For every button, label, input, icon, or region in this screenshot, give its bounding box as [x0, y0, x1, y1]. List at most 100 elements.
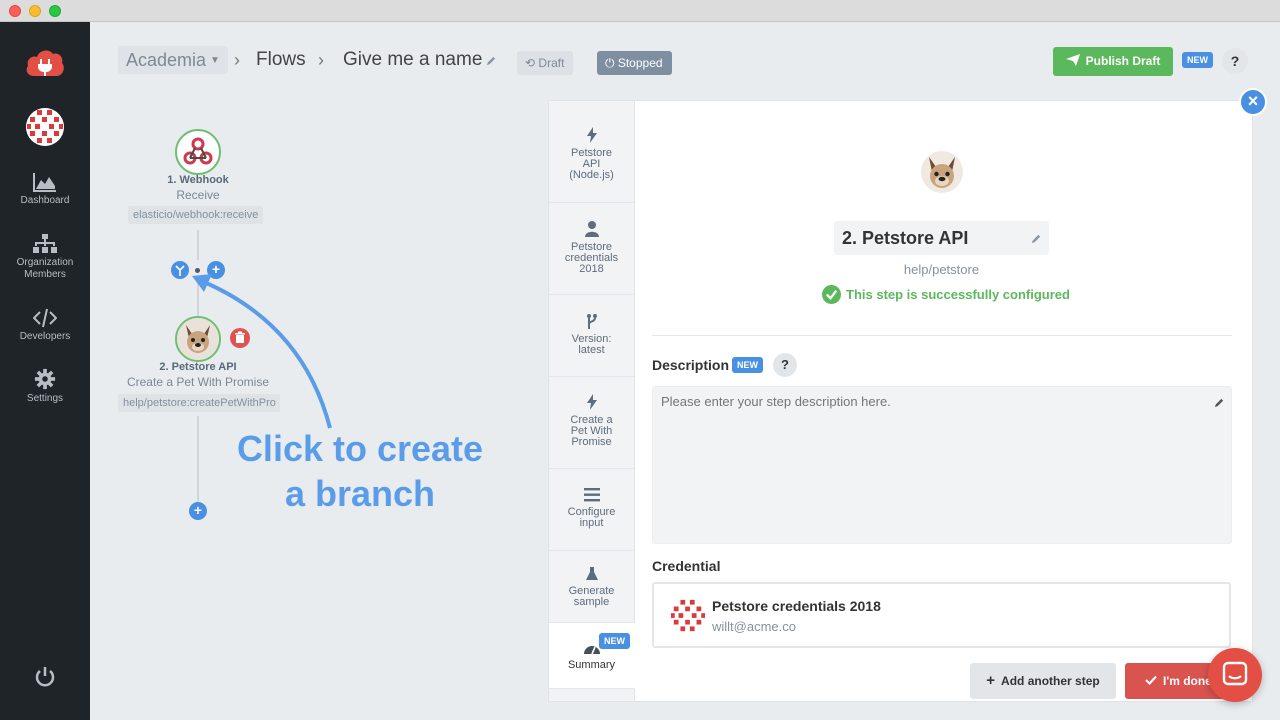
description-new-badge: NEW [732, 357, 763, 373]
credential-email: willt@acme.co [712, 619, 796, 634]
power-small-icon: ⏻ [605, 56, 615, 70]
tab-summary[interactable]: NEW Summary [549, 623, 635, 689]
sidebar-item-settings[interactable]: Settings [0, 368, 90, 405]
plus-icon: + [986, 672, 996, 689]
webhook-node[interactable] [175, 129, 221, 175]
org-pattern-icon [670, 598, 706, 634]
paper-plane-icon [1065, 54, 1080, 66]
flask-icon [585, 567, 598, 580]
sidebar-item-organization-members[interactable]: Organization Members [0, 234, 90, 281]
chat-bubble-icon [1222, 661, 1248, 686]
step1-subtitle: Receive [176, 188, 220, 202]
divider [652, 335, 1232, 336]
tab-action[interactable]: Create a Pet With Promise [549, 377, 634, 469]
description-help-button[interactable]: ? [773, 353, 797, 377]
publish-draft-button[interactable]: Publish Draft [1053, 47, 1173, 76]
sidebar-item-label: Settings [26, 393, 64, 404]
flow-connector [197, 230, 199, 260]
annotation-line-2: a branch [284, 473, 436, 514]
org-chart-icon [33, 234, 57, 253]
edit-description-icon[interactable] [1214, 397, 1225, 408]
check-icon [1145, 675, 1157, 686]
tab-label: (Node.js) [569, 169, 614, 181]
top-header: Academia ▼ › Flows › Give me a name ⟲ Dra… [90, 22, 1280, 100]
lightning-icon [586, 394, 597, 410]
credential-avatar [670, 598, 706, 634]
edit-step-name-icon[interactable] [1031, 233, 1042, 244]
close-window-icon[interactable] [9, 5, 21, 17]
code-icon [33, 308, 57, 328]
credential-card[interactable]: Petstore credentials 2018 willt@acme.co [652, 582, 1231, 648]
git-branch-icon [586, 314, 597, 329]
tab-label: Promise [571, 436, 612, 448]
flow-name[interactable]: Give me a name [343, 49, 482, 71]
tab-label: input [579, 517, 604, 529]
draft-label: Draft [538, 56, 565, 70]
tab-label: sample [573, 596, 610, 608]
organization-avatar[interactable] [26, 108, 64, 146]
gear-icon [34, 368, 56, 390]
caret-down-icon: ▼ [210, 55, 220, 66]
sidebar-item-developers[interactable]: Developers [0, 308, 90, 343]
lightning-icon [586, 127, 597, 143]
minimize-window-icon[interactable] [29, 5, 41, 17]
tab-generate-sample[interactable]: Generate sample [549, 551, 634, 623]
chart-area-icon [33, 173, 56, 192]
add-another-step-button[interactable]: + Add another step [970, 663, 1116, 699]
step-avatar [921, 151, 963, 193]
draft-badge[interactable]: ⟲ Draft [517, 51, 574, 75]
sidebar-item-label: Developers [19, 331, 71, 342]
french-bulldog-icon [921, 151, 963, 193]
summary-new-badge: NEW [599, 633, 630, 649]
add-step-label: Add another step [1001, 674, 1100, 688]
tab-version[interactable]: Version: latest [549, 295, 634, 377]
cloud-plug-logo-icon[interactable] [25, 48, 65, 78]
sidebar-item-label: Dashboard [20, 195, 70, 206]
new-badge: NEW [1182, 52, 1213, 68]
credential-name: Petstore credentials 2018 [712, 598, 881, 614]
tab-component[interactable]: Petstore API (Node.js) [549, 109, 634, 203]
list-icon [583, 488, 600, 502]
chevron-right-icon: › [318, 50, 324, 70]
close-panel-button[interactable]: × [1239, 88, 1267, 116]
description-label: Description [652, 357, 730, 373]
chevron-right-icon: › [234, 50, 240, 70]
step-name-text: 2. Petstore API [842, 228, 969, 248]
breadcrumb-flows[interactable]: Flows [256, 49, 306, 71]
sidebar-item-label: Organization Members [16, 257, 74, 280]
edit-flow-name-icon[interactable] [486, 55, 497, 66]
publish-label: Publish Draft [1085, 54, 1161, 68]
annotation-arrow-icon [192, 274, 332, 429]
status-text: This step is successfully configured [846, 287, 1070, 302]
done-label: I'm done [1163, 674, 1212, 688]
sidebar: Dashboard Organization Members Developer… [0, 22, 90, 720]
chat-launcher-button[interactable] [1208, 648, 1262, 702]
power-icon[interactable] [33, 665, 57, 689]
organization-select[interactable]: Academia ▼ [118, 46, 228, 74]
add-step-end-button[interactable]: + [189, 502, 207, 520]
credential-label: Credential [652, 558, 721, 574]
tab-credentials[interactable]: Petstore credentials 2018 [549, 203, 634, 295]
branch-annotation: Click to create a branch [215, 426, 505, 516]
stopped-label: Stopped [617, 56, 663, 70]
description-textarea[interactable] [652, 386, 1232, 544]
maximize-window-icon[interactable] [49, 5, 61, 17]
organization-name: Academia [126, 50, 207, 70]
user-icon [584, 221, 599, 237]
step1-title[interactable]: 1. Webhook [128, 174, 268, 186]
tab-label: latest [578, 344, 605, 356]
history-icon: ⟲ [525, 56, 536, 70]
step-status: This step is successfully configured [822, 285, 1070, 304]
tab-configure-input[interactable]: Configure input [549, 469, 634, 551]
stopped-status-button[interactable]: ⏻ Stopped [597, 51, 672, 75]
sidebar-item-dashboard[interactable]: Dashboard [0, 172, 90, 207]
tab-label: Summary [567, 659, 616, 671]
help-button[interactable]: ? [1222, 48, 1248, 74]
step-name-field[interactable]: 2. Petstore API [834, 221, 1049, 255]
window-titlebar [0, 0, 1280, 22]
webhook-icon [183, 137, 213, 165]
annotation-line-1: Click to create [236, 428, 484, 469]
dashboard-gauge-icon [583, 646, 600, 655]
tab-label: 2018 [579, 263, 604, 275]
org-pattern-icon [26, 108, 64, 146]
